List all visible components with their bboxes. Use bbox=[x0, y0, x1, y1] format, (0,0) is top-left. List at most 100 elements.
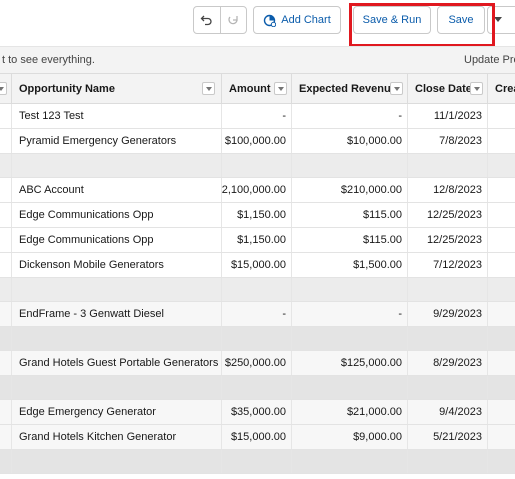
opportunity-name-cell: Edge Emergency Generator bbox=[12, 400, 222, 424]
undo-redo-group bbox=[193, 6, 247, 34]
created-cell bbox=[488, 425, 515, 449]
amount-cell: $15,000.00 bbox=[222, 425, 292, 449]
expected-revenue-cell: $9,000.00 bbox=[292, 425, 408, 449]
opportunity-name-cell: Edge Communications Opp bbox=[12, 228, 222, 252]
group-row bbox=[0, 450, 515, 474]
save-options-dropdown[interactable] bbox=[487, 6, 515, 34]
opportunity-name-cell: Edge Communications Opp bbox=[12, 203, 222, 227]
preview-info-bar: t to see everything. Update Pre bbox=[0, 46, 515, 73]
row-gutter bbox=[0, 327, 12, 350]
opportunity-name-cell bbox=[12, 154, 222, 177]
save-button[interactable]: Save bbox=[437, 6, 485, 34]
row-gutter bbox=[0, 104, 12, 128]
created-cell bbox=[488, 351, 515, 375]
opportunity-name-cell: Dickenson Mobile Generators bbox=[12, 253, 222, 277]
opportunity-name-cell bbox=[12, 278, 222, 301]
group-row bbox=[0, 327, 515, 351]
save-and-run-button[interactable]: Save & Run bbox=[353, 6, 431, 34]
add-chart-label: Add Chart bbox=[281, 14, 331, 26]
column-header-close-date[interactable]: Close Date bbox=[408, 74, 488, 104]
close-date-cell: 9/29/2023 bbox=[408, 302, 488, 326]
amount-cell bbox=[222, 376, 292, 399]
table-header: Opportunity Name Amount Expected Revenue… bbox=[0, 73, 515, 104]
amount-cell: $250,000.00 bbox=[222, 351, 292, 375]
column-menu-icon[interactable] bbox=[470, 82, 483, 95]
row-gutter bbox=[0, 178, 12, 202]
column-menu-icon[interactable] bbox=[0, 82, 7, 95]
close-date-cell: 9/4/2023 bbox=[408, 400, 488, 424]
close-date-cell bbox=[408, 154, 488, 177]
created-cell bbox=[488, 154, 515, 177]
created-cell bbox=[488, 203, 515, 227]
undo-icon bbox=[201, 15, 213, 25]
opportunity-name-cell: Grand Hotels Kitchen Generator bbox=[12, 425, 222, 449]
column-header-created[interactable]: Crea bbox=[488, 74, 515, 104]
amount-cell: $35,000.00 bbox=[222, 400, 292, 424]
row-gutter bbox=[0, 351, 12, 375]
column-header-grouping[interactable] bbox=[0, 74, 12, 104]
close-date-cell: 8/29/2023 bbox=[408, 351, 488, 375]
row-gutter bbox=[0, 400, 12, 424]
report-table: Opportunity Name Amount Expected Revenue… bbox=[0, 73, 515, 479]
close-date-cell: 7/12/2023 bbox=[408, 253, 488, 277]
close-date-cell: 12/25/2023 bbox=[408, 228, 488, 252]
column-header-expected-revenue[interactable]: Expected Revenue bbox=[292, 74, 408, 104]
row-gutter bbox=[0, 450, 12, 473]
expected-revenue-cell: $210,000.00 bbox=[292, 178, 408, 202]
group-row bbox=[0, 278, 515, 302]
column-header-amount[interactable]: Amount bbox=[222, 74, 292, 104]
opportunity-name-cell bbox=[12, 327, 222, 350]
expected-revenue-cell bbox=[292, 278, 408, 301]
opportunity-name-cell: ABC Account bbox=[12, 178, 222, 202]
redo-button[interactable] bbox=[219, 7, 246, 33]
column-menu-icon[interactable] bbox=[274, 82, 287, 95]
row-gutter bbox=[0, 129, 12, 153]
created-cell bbox=[488, 302, 515, 326]
close-date-cell bbox=[408, 376, 488, 399]
created-cell bbox=[488, 253, 515, 277]
table-row: Test 123 Test - -11/1/2023 bbox=[0, 104, 515, 129]
created-cell bbox=[488, 178, 515, 202]
table-row: Pyramid Emergency Generators $100,000.00 $… bbox=[0, 129, 515, 154]
group-row bbox=[0, 376, 515, 400]
report-toolbar: Add Chart Save & Run Save bbox=[0, 0, 515, 47]
amount-cell bbox=[222, 154, 292, 177]
expected-revenue-cell: $10,000.00 bbox=[292, 129, 408, 153]
row-gutter bbox=[0, 302, 12, 326]
amount-cell: $100,000.00 bbox=[222, 129, 292, 153]
row-gutter bbox=[0, 154, 12, 177]
chart-icon bbox=[264, 14, 277, 27]
amount-cell bbox=[222, 278, 292, 301]
group-row bbox=[0, 154, 515, 178]
close-date-cell: 12/25/2023 bbox=[408, 203, 488, 227]
table-row: Edge Communications Opp $1,150.00 $115.00 1… bbox=[0, 203, 515, 228]
amount-cell: $15,000.00 bbox=[222, 253, 292, 277]
amount-cell: - bbox=[222, 104, 292, 128]
table-row: Dickenson Mobile Generators $15,000.00 $1,… bbox=[0, 253, 515, 278]
opportunity-name-cell: Test 123 Test bbox=[12, 104, 222, 128]
amount-cell: $1,150.00 bbox=[222, 228, 292, 252]
close-date-cell bbox=[408, 450, 488, 473]
row-gutter bbox=[0, 278, 12, 301]
column-menu-icon[interactable] bbox=[202, 82, 215, 95]
table-row: Edge Communications Opp $1,150.00 $115.00 1… bbox=[0, 228, 515, 253]
expected-revenue-cell: $1,500.00 bbox=[292, 253, 408, 277]
expected-revenue-cell: $21,000.00 bbox=[292, 400, 408, 424]
close-date-cell: 7/8/2023 bbox=[408, 129, 488, 153]
column-header-opportunity-name[interactable]: Opportunity Name bbox=[12, 74, 222, 104]
amount-cell bbox=[222, 450, 292, 473]
expected-revenue-cell bbox=[292, 154, 408, 177]
row-gutter bbox=[0, 203, 12, 227]
opportunity-name-cell bbox=[12, 376, 222, 399]
expected-revenue-cell: - bbox=[292, 104, 408, 128]
created-cell bbox=[488, 129, 515, 153]
column-menu-icon[interactable] bbox=[390, 82, 403, 95]
undo-button[interactable] bbox=[194, 7, 220, 33]
expected-revenue-cell bbox=[292, 376, 408, 399]
amount-cell: $2,100,000.00 bbox=[222, 178, 292, 202]
add-chart-button[interactable]: Add Chart bbox=[253, 6, 341, 34]
expected-revenue-cell: $115.00 bbox=[292, 228, 408, 252]
amount-cell: $1,150.00 bbox=[222, 203, 292, 227]
row-gutter bbox=[0, 253, 12, 277]
update-preview-link[interactable]: Update Pre bbox=[464, 54, 515, 66]
